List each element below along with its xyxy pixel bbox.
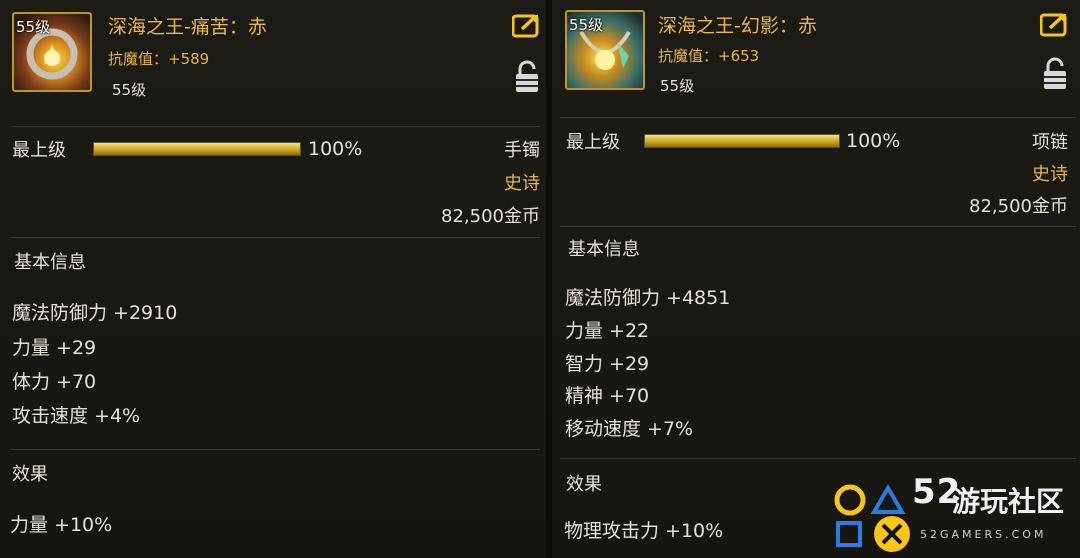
basic-info-header: 基本信息 bbox=[568, 239, 640, 260]
divider bbox=[560, 226, 1076, 227]
item-icon-bracelet: 55级 bbox=[12, 12, 92, 92]
item-level: 55级 bbox=[660, 77, 695, 95]
rarity-label: 史诗 bbox=[1032, 164, 1068, 185]
grade-label: 最上级 bbox=[12, 140, 66, 161]
effect-line: 力量 +10% bbox=[10, 514, 113, 536]
grade-percent: 100% bbox=[308, 138, 363, 160]
grade-bar bbox=[93, 142, 301, 156]
divider bbox=[560, 458, 1076, 459]
grade-bar bbox=[644, 134, 840, 148]
watermark-site: 52GAMERS.COM bbox=[920, 528, 1047, 541]
grade-bar-fill bbox=[645, 135, 839, 147]
slot-type: 项链 bbox=[1032, 132, 1068, 153]
item-tooltip-left: 55级 深海之王-痛苦：赤 抗魔值：+589 55级 最上级 100% 手镯 史… bbox=[0, 0, 546, 558]
basic-info-header: 基本信息 bbox=[14, 252, 86, 273]
stat-line: 魔法防御力 +2910 bbox=[12, 302, 178, 324]
share-icon[interactable] bbox=[512, 12, 542, 38]
item-level: 55级 bbox=[112, 81, 147, 99]
resist-value: 抗魔值：+653 bbox=[658, 47, 760, 65]
grade-percent: 100% bbox=[846, 130, 901, 152]
grade-label: 最上级 bbox=[566, 132, 620, 153]
stat-line: 精神 +70 bbox=[565, 385, 650, 407]
lock-icon[interactable] bbox=[1042, 57, 1068, 91]
stat-line: 魔法防御力 +4851 bbox=[565, 287, 731, 309]
stat-line: 力量 +29 bbox=[12, 337, 97, 359]
resist-value: 抗魔值：+589 bbox=[108, 50, 210, 68]
divider bbox=[560, 117, 1076, 118]
item-icon-necklace: 55级 bbox=[565, 10, 645, 90]
icon-level-label: 55级 bbox=[16, 18, 51, 36]
stat-line: 力量 +22 bbox=[565, 320, 650, 342]
effect-header: 效果 bbox=[566, 474, 602, 495]
lock-icon[interactable] bbox=[514, 60, 540, 94]
effect-header: 效果 bbox=[12, 464, 48, 485]
watermark-name: 游玩社区 bbox=[952, 485, 1065, 518]
effect-line: 物理攻击力 +10% bbox=[564, 520, 724, 542]
stat-line: 智力 +29 bbox=[565, 353, 650, 375]
stat-line: 攻击速度 +4% bbox=[12, 405, 141, 427]
icon-level-label: 55级 bbox=[569, 16, 604, 34]
item-title: 深海之王-幻影：赤 bbox=[658, 15, 817, 37]
stat-line: 移动速度 +7% bbox=[565, 418, 694, 440]
item-title: 深海之王-痛苦：赤 bbox=[108, 16, 267, 38]
stat-line: 体力 +70 bbox=[12, 371, 97, 393]
price-label: 82,500金币 bbox=[441, 206, 540, 227]
divider bbox=[10, 237, 540, 238]
divider bbox=[10, 126, 540, 127]
share-icon[interactable] bbox=[1040, 11, 1070, 37]
divider bbox=[10, 449, 540, 450]
price-label: 82,500金币 bbox=[969, 196, 1068, 217]
rarity-label: 史诗 bbox=[504, 173, 540, 194]
grade-bar-fill bbox=[94, 143, 300, 155]
item-tooltip-right: 55级 深海之王-幻影：赤 抗魔值：+653 55级 最上级 100% 项链 史… bbox=[552, 0, 1080, 558]
slot-type: 手镯 bbox=[504, 140, 540, 161]
